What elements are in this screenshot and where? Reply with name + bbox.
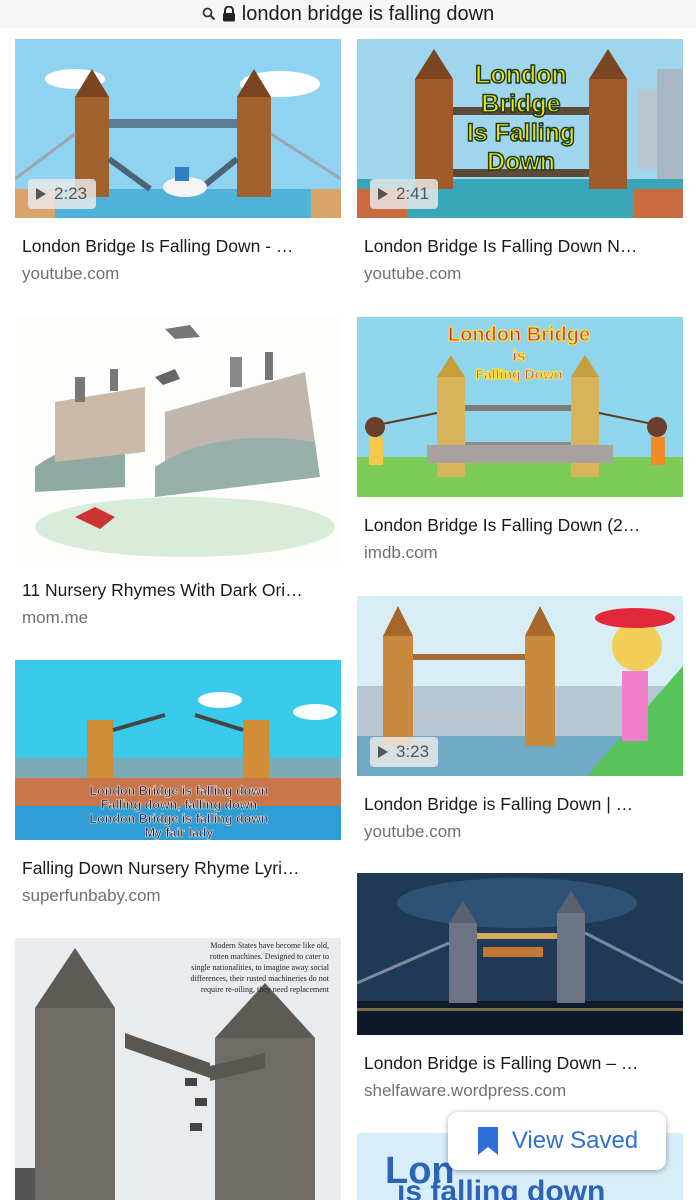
result-card[interactable]: 11 Nursery Rhymes With Dark Ori… mom.me: [15, 317, 341, 628]
overlay-line: single nationalities, to imagine away so…: [191, 963, 330, 972]
result-thumbnail[interactable]: London Bridge is falling down Falling do…: [15, 660, 341, 840]
result-title[interactable]: London Bridge Is Falling Down N…: [364, 236, 679, 256]
overlay-line: London Bridge is falling down: [89, 812, 268, 826]
result-source: mom.me: [22, 608, 89, 627]
overlay-line: Modern States have become like old,: [210, 941, 329, 950]
result-card[interactable]: London Bridge is Falling Down – … shelfa…: [357, 873, 683, 1101]
result-card[interactable]: London Bridge is Falling Down London Bri…: [357, 317, 683, 563]
result-source: youtube.com: [364, 264, 462, 283]
result-thumbnail[interactable]: 2:23: [15, 39, 341, 218]
overlay-line: is falling down: [397, 1175, 605, 1200]
duration-text: 3:23: [396, 742, 430, 761]
overlay-line: require re-oiling, they need replacement: [201, 985, 330, 994]
result-thumbnail[interactable]: London Bridge is Falling Down: [357, 317, 683, 497]
overlay-line: London Bridge is falling down: [89, 784, 268, 798]
play-icon: [378, 188, 388, 200]
overlay-line: Down: [487, 148, 555, 176]
result-source: superfunbaby.com: [22, 886, 161, 905]
overlay-line: Falling down, falling down: [101, 798, 257, 812]
overlay-line: rotten machines. Designed to cater to: [210, 952, 329, 961]
overlay-line: My fair lady: [145, 826, 214, 840]
duration-text: 2:23: [54, 184, 88, 203]
view-saved-label: View Saved: [511, 1127, 639, 1154]
result-card[interactable]: 2:23 London Bridge Is Falling Down - … y…: [15, 39, 341, 284]
overlay-line: is: [512, 348, 525, 365]
overlay-line: Bridge: [481, 90, 560, 118]
result-title[interactable]: Falling Down Nursery Rhyme Lyri…: [22, 858, 337, 878]
video-duration: 2:23: [28, 179, 97, 209]
duration-text: 2:41: [396, 184, 430, 203]
result-source: imdb.com: [364, 543, 438, 562]
result-thumbnail[interactable]: London Bridge Is Falling Down 2:41: [357, 39, 683, 218]
result-title[interactable]: 11 Nursery Rhymes With Dark Ori…: [22, 580, 337, 600]
result-thumbnail[interactable]: 3:23: [357, 596, 683, 776]
result-card[interactable]: London Bridge Is Falling Down 2:41 Londo…: [357, 39, 683, 284]
result-card[interactable]: Modern States have become like old, rott…: [15, 938, 341, 1200]
overlay-line: Falling Down: [475, 366, 562, 382]
play-icon: [378, 746, 388, 758]
result-thumbnail[interactable]: Modern States have become like old, rott…: [15, 938, 341, 1200]
search-icon: [202, 7, 216, 21]
address-bar[interactable]: london bridge is falling down: [0, 0, 696, 28]
video-duration: 3:23: [370, 737, 439, 767]
result-source: shelfaware.wordpress.com: [364, 1081, 567, 1100]
play-icon: [36, 188, 46, 200]
overlay-line: London: [475, 61, 567, 89]
view-saved-button[interactable]: View Saved: [448, 1112, 666, 1170]
result-thumbnail[interactable]: [357, 873, 683, 1035]
result-card[interactable]: 3:23 London Bridge is Falling Down | … y…: [357, 596, 683, 842]
result-card[interactable]: London Bridge is falling down Falling do…: [15, 660, 341, 906]
search-query: london bridge is falling down: [241, 2, 495, 25]
lock-icon: [222, 6, 236, 22]
overlay-line: differences, their rusted machineries do…: [191, 974, 330, 983]
result-title[interactable]: London Bridge Is Falling Down (2…: [364, 515, 679, 535]
overlay-line: London Bridge: [448, 324, 590, 346]
result-thumbnail[interactable]: [15, 317, 341, 562]
bookmark-icon: [477, 1127, 498, 1155]
video-duration: 2:41: [370, 179, 439, 209]
result-source: youtube.com: [364, 822, 462, 841]
result-title[interactable]: London Bridge is Falling Down | …: [364, 794, 679, 814]
result-title[interactable]: London Bridge Is Falling Down - …: [22, 236, 337, 256]
overlay-line: Is Falling: [467, 119, 575, 147]
result-source: youtube.com: [22, 264, 120, 283]
result-title[interactable]: London Bridge is Falling Down – …: [364, 1053, 679, 1073]
